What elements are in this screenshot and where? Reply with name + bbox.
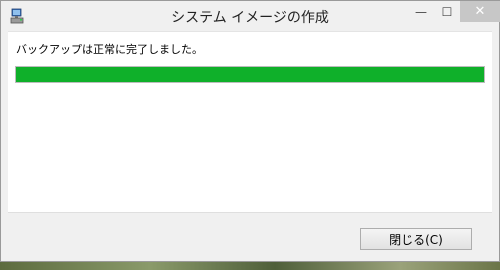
close-button[interactable]: 閉じる(C)	[360, 228, 472, 250]
status-message: バックアップは正常に完了しました。	[16, 43, 203, 56]
window-close-button[interactable]: ✕	[460, 1, 500, 22]
progress-bar	[15, 66, 485, 83]
minimize-button[interactable]: —	[408, 1, 434, 22]
button-area: 閉じる(C)	[8, 212, 492, 256]
progress-fill	[16, 67, 484, 82]
title-bar[interactable]: システム イメージの作成 — ☐ ✕	[1, 1, 500, 31]
close-icon: ✕	[474, 4, 486, 19]
minimize-icon: —	[415, 4, 427, 19]
maximize-button[interactable]: ☐	[434, 1, 460, 22]
maximize-icon: ☐	[441, 4, 453, 19]
dialog-window: システム イメージの作成 — ☐ ✕ バックアップは正常に完了しました。 閉じる…	[0, 0, 500, 262]
content-panel: バックアップは正常に完了しました。	[8, 31, 492, 212]
